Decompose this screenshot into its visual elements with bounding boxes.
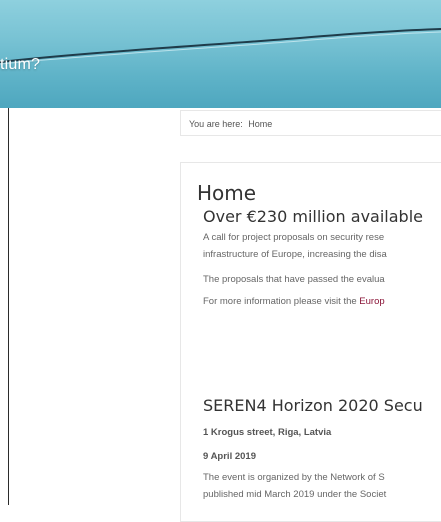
event-location: 1 Krogus street, Riga, Latvia <box>203 427 332 438</box>
hero-title: tium? <box>0 56 41 73</box>
event-title[interactable]: SEREN4 Horizon 2020 Secu <box>203 396 423 415</box>
article-paragraph-3: For more information please visit the Eu… <box>203 293 385 310</box>
article-paragraph-1-line-2: infrastructure of Europe, increasing the… <box>203 249 387 260</box>
event-date: 9 April 2019 <box>203 451 256 462</box>
article-paragraph-3-text: For more information please visit the <box>203 296 360 307</box>
article-paragraph-1: A call for project proposals on security… <box>203 229 387 263</box>
article-title[interactable]: Over €230 million available <box>203 207 423 226</box>
article-paragraph-1-line-1: A call for project proposals on security… <box>203 232 385 243</box>
breadcrumb-prefix: You are here: <box>189 119 243 129</box>
article-paragraph-2: The proposals that have passed the evalu… <box>203 274 385 285</box>
left-divider <box>8 108 9 505</box>
event-description: The event is organized by the Network of… <box>203 469 386 503</box>
page-title: Home <box>197 181 257 205</box>
event-description-line-1: The event is organized by the Network of… <box>203 472 385 483</box>
breadcrumb: You are here: Home <box>180 110 441 136</box>
hero-background-art <box>0 28 441 65</box>
hero-banner: tium? <box>0 0 441 108</box>
breadcrumb-current: Home <box>248 119 273 129</box>
event-description-line-2: published mid March 2019 under the Socie… <box>203 489 387 500</box>
europa-link[interactable]: Europ <box>359 296 384 307</box>
main-content: Home Over €230 million available A call … <box>180 162 441 522</box>
